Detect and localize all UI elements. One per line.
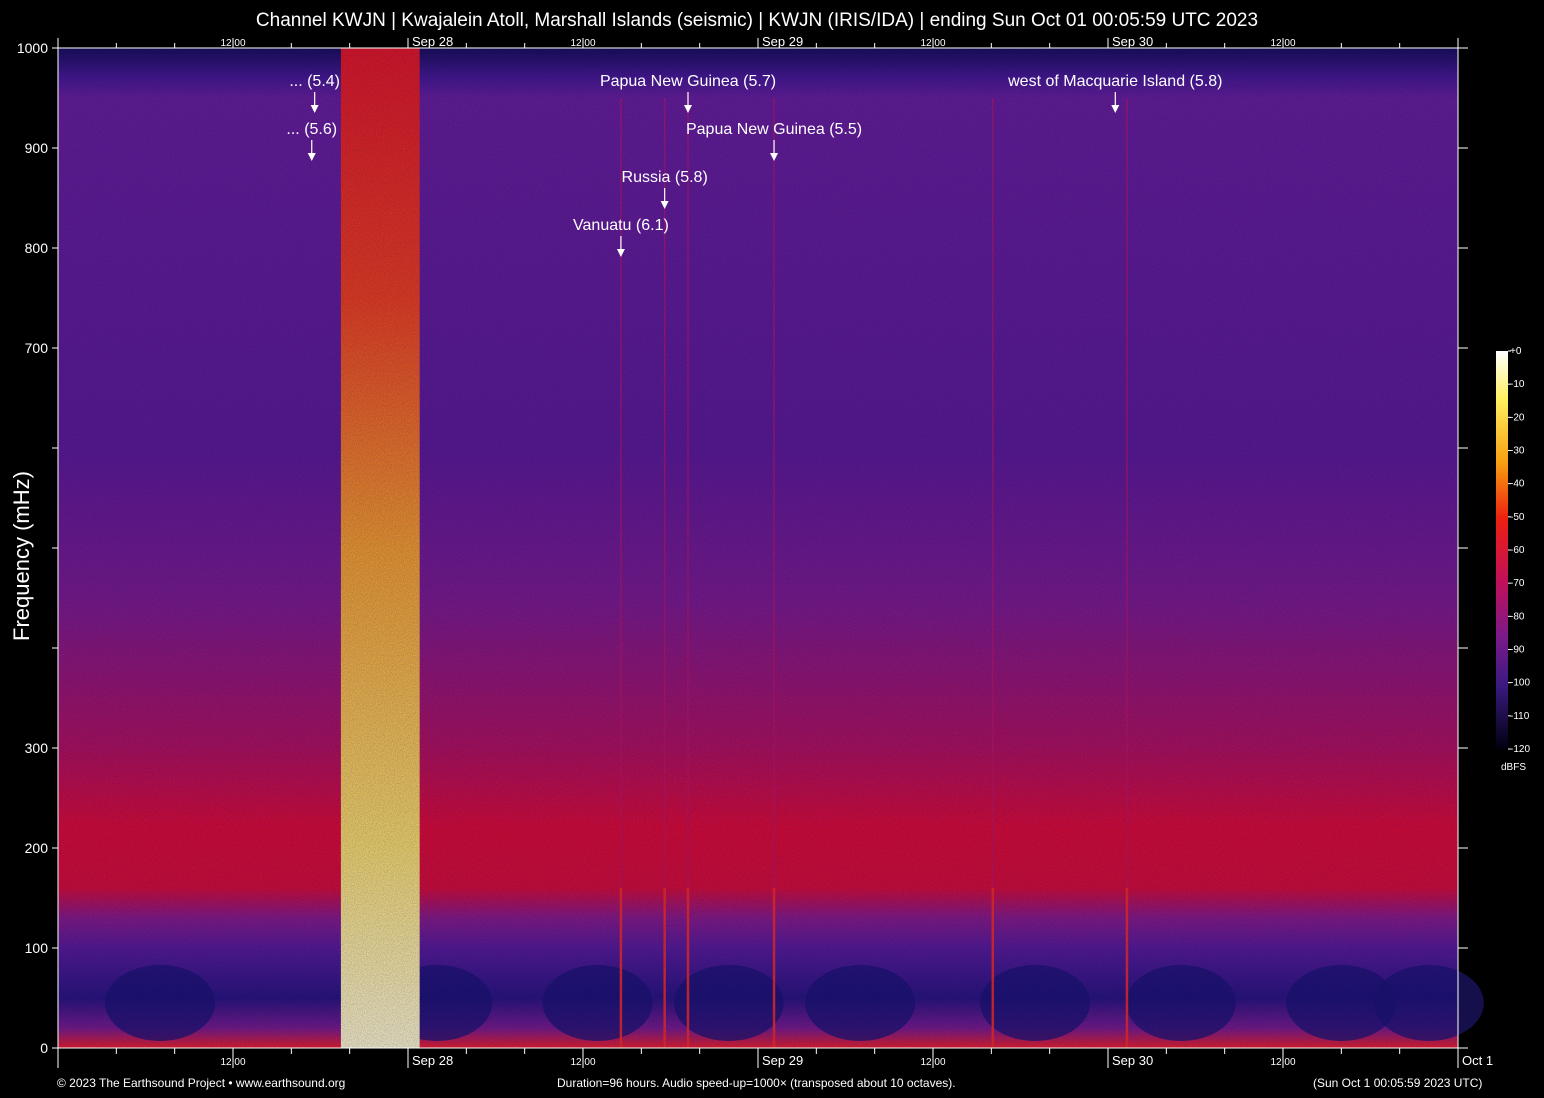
- footer-duration: Duration=96 hours. Audio speed-up=1000× …: [557, 1076, 956, 1090]
- colorbar-unit: dBFS: [1501, 762, 1527, 773]
- spectrogram-chart: 0 100 200 300 700 800 900 1000 12:00 12:00 Sep 28 S…: [17, 34, 1530, 1068]
- y-tick-label: 200: [25, 840, 49, 856]
- footer-copyright: © 2023 The Earthsound Project • www.eart…: [57, 1076, 346, 1090]
- event-label: Vanuatu (6.1): [573, 217, 669, 234]
- y-axis-label: Frequency (mHz): [9, 471, 34, 641]
- y-tick-label: 100: [25, 940, 49, 956]
- x-tick-label-top: 12:00: [570, 38, 595, 49]
- colorbar-tick-label: -60: [1510, 545, 1525, 556]
- x-tick-label-top: 12:00: [920, 38, 945, 49]
- x-tick-label: Oct 1: [1462, 1053, 1493, 1068]
- event-label: Papua New Guinea (5.5): [686, 121, 862, 138]
- colorbar-tick-label: -30: [1510, 446, 1525, 457]
- colorbar-tick-label: -110: [1510, 711, 1530, 722]
- colorbar-tick-label: -40: [1510, 479, 1525, 490]
- x-tick-label-top: 12:00: [1270, 38, 1295, 49]
- x-tick-label: 12:00: [220, 1057, 245, 1068]
- event-label: Papua New Guinea (5.7): [600, 73, 776, 90]
- x-tick-label: 12:00: [920, 1057, 945, 1068]
- x-tick-label: Sep 30: [1112, 1053, 1153, 1068]
- y-tick-label: 700: [25, 340, 49, 356]
- colorbar-tick-label: -120: [1510, 744, 1530, 755]
- colorbar-tick-label: +0: [1510, 346, 1522, 357]
- x-tick-label-top: 12:00: [220, 38, 245, 49]
- event-label: west of Macquarie Island (5.8): [1007, 73, 1222, 90]
- y-tick-label: 300: [25, 740, 49, 756]
- x-tick-label: Sep 29: [762, 1053, 803, 1068]
- event-label: ... (5.6): [286, 121, 337, 138]
- x-tick-label: 12:00: [1270, 1057, 1295, 1068]
- x-tick-label-top: Sep 30: [1112, 34, 1153, 49]
- colorbar-tick-label: -100: [1510, 678, 1530, 689]
- colorbar-tick-label: -90: [1510, 645, 1525, 656]
- colorbar-tick-label: -50: [1510, 512, 1525, 523]
- x-tick-label: 12:00: [570, 1057, 595, 1068]
- event-label: Russia (5.8): [622, 169, 708, 186]
- colorbar-tick-label: -70: [1510, 578, 1525, 589]
- colorbar-gradient: [1496, 351, 1508, 749]
- y-tick-label: 800: [25, 240, 49, 256]
- colorbar-tick-label: -10: [1510, 379, 1525, 390]
- colorbar-tick-label: -80: [1510, 611, 1525, 622]
- event-label: ... (5.4): [289, 73, 340, 90]
- x-tick-label: Sep 28: [412, 1053, 453, 1068]
- x-tick-label-top: Sep 29: [762, 34, 803, 49]
- footer-timestamp: (Sun Oct 1 00:05:59 2023 UTC): [1313, 1076, 1483, 1090]
- y-tick-label: 1000: [17, 40, 48, 56]
- y-tick-label: 0: [40, 1040, 48, 1056]
- x-tick-label-top: Sep 28: [412, 34, 453, 49]
- y-tick-label: 900: [25, 140, 49, 156]
- colorbar-tick-label: -20: [1510, 412, 1525, 423]
- noise-texture: [58, 48, 1458, 1048]
